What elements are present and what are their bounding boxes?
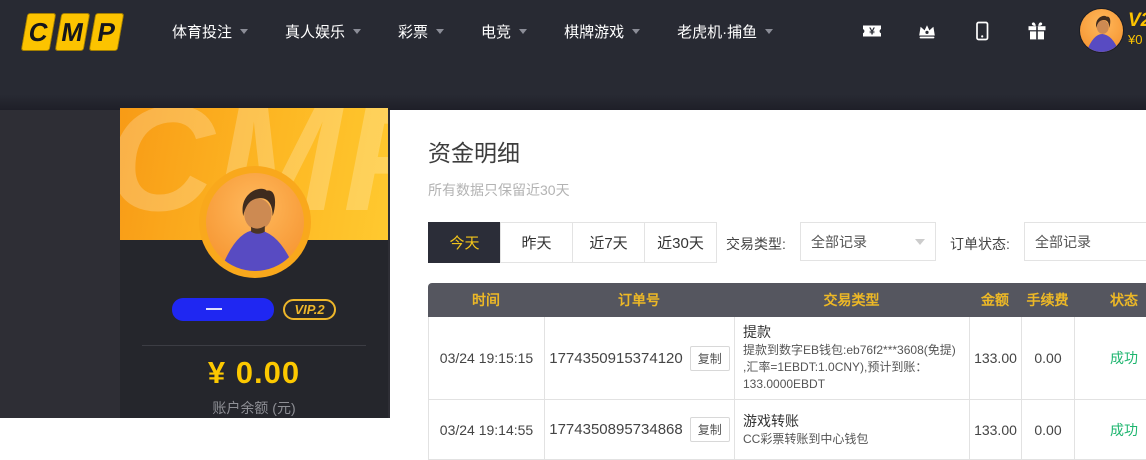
top-navigation-bar: C M P 体育投注 真人娱乐 彩票 电竞 棋牌游戏 老虎机·捕鱼 bbox=[0, 0, 1146, 110]
copy-button[interactable]: 复制 bbox=[690, 346, 730, 371]
transaction-detail: CC彩票转账到中心钱包 bbox=[743, 431, 868, 448]
coupon-icon[interactable]: ¥ bbox=[860, 19, 884, 43]
profile-avatar[interactable] bbox=[206, 173, 304, 271]
chevron-down-icon bbox=[436, 29, 444, 34]
masked-username bbox=[172, 298, 274, 321]
header-balance: ¥0 bbox=[1128, 32, 1146, 48]
copy-button[interactable]: 复制 bbox=[690, 417, 730, 442]
table-row: 03/24 19:15:15 1774350915374120 复制 提款 提款… bbox=[428, 317, 1146, 400]
cmp-logo[interactable]: C M P bbox=[21, 13, 125, 51]
tab-today[interactable]: 今天 bbox=[428, 222, 501, 263]
cell-amount: 133.00 bbox=[969, 400, 1021, 460]
page-subtitle: 所有数据只保留近30天 bbox=[428, 180, 570, 200]
nav-item-esports[interactable]: 电竞 bbox=[481, 21, 527, 42]
nav-item-live-casino[interactable]: 真人娱乐 bbox=[285, 21, 361, 42]
nav-item-slots-fishing[interactable]: 老虎机·捕鱼 bbox=[677, 21, 773, 42]
col-header-fee: 手续费 bbox=[1021, 290, 1074, 310]
col-header-type: 交易类型 bbox=[734, 290, 969, 310]
col-header-status: 状态 bbox=[1074, 290, 1146, 310]
nav-item-board-games[interactable]: 棋牌游戏 bbox=[564, 21, 640, 42]
vip-badge: VIP.2 bbox=[283, 299, 335, 320]
user-info[interactable]: V2 ¥0 bbox=[1128, 11, 1146, 48]
transaction-type: 提款 bbox=[743, 323, 771, 342]
avatar-ring bbox=[199, 166, 311, 278]
chevron-down-icon bbox=[765, 29, 773, 34]
cell-fee: 0.00 bbox=[1021, 317, 1074, 400]
cell-type: 提款 提款到数字EB钱包:eb76f2***3608(免提) ,汇率=1EBDT… bbox=[734, 317, 969, 400]
nav-label: 老虎机·捕鱼 bbox=[677, 21, 757, 42]
logo-letter: M bbox=[55, 13, 91, 51]
transaction-type-value: 全部记录 bbox=[811, 232, 867, 252]
gift-icon[interactable] bbox=[1025, 19, 1049, 43]
username-row: VIP.2 bbox=[120, 298, 388, 321]
vip-level-label: V2 bbox=[1128, 11, 1146, 31]
chevron-down-icon bbox=[240, 29, 248, 34]
table-header-row: 时间 订单号 交易类型 金额 手续费 状态 bbox=[428, 283, 1146, 317]
cell-fee: 0.00 bbox=[1021, 400, 1074, 460]
transaction-type-select[interactable]: 全部记录 bbox=[800, 222, 936, 261]
transaction-detail: 提款到数字EB钱包:eb76f2***3608(免提) ,汇率=1EBDT:1.… bbox=[743, 342, 961, 393]
transactions-table: 时间 订单号 交易类型 金额 手续费 状态 03/24 19:15:15 177… bbox=[428, 283, 1146, 460]
svg-text:¥: ¥ bbox=[869, 26, 875, 38]
account-card: CMP VIP.2 ¥ 0.00 账户余额 (元) bbox=[120, 108, 388, 418]
transaction-type-label: 交易类型: bbox=[726, 234, 786, 254]
cell-time: 03/24 19:15:15 bbox=[428, 317, 544, 400]
order-status-value: 全部记录 bbox=[1035, 232, 1091, 252]
order-status-label: 订单状态: bbox=[950, 234, 1010, 254]
logo-letter: P bbox=[89, 13, 125, 51]
nav-label: 彩票 bbox=[398, 21, 428, 42]
chevron-down-icon bbox=[632, 29, 640, 34]
nav-label: 真人娱乐 bbox=[285, 21, 345, 42]
account-balance-value: ¥ 0.00 bbox=[120, 355, 388, 391]
nav-item-sports[interactable]: 体育投注 bbox=[172, 21, 248, 42]
col-header-time: 时间 bbox=[428, 290, 544, 310]
col-header-order: 订单号 bbox=[544, 290, 734, 310]
transaction-type: 游戏转账 bbox=[743, 412, 799, 431]
date-range-tabs: 今天 昨天 近7天 近30天 bbox=[428, 222, 717, 263]
chevron-down-icon bbox=[353, 29, 361, 34]
nav-label: 体育投注 bbox=[172, 21, 232, 42]
cell-order: 1774350915374120 复制 bbox=[544, 317, 734, 400]
cell-order: 1774350895734868 复制 bbox=[544, 400, 734, 460]
tab-last-30-days[interactable]: 近30天 bbox=[644, 222, 717, 263]
table-row: 03/24 19:14:55 1774350895734868 复制 游戏转账 … bbox=[428, 400, 1146, 460]
nav-label: 棋牌游戏 bbox=[564, 21, 624, 42]
chevron-down-icon bbox=[915, 239, 925, 245]
account-balance-label: 账户余额 (元) bbox=[120, 398, 388, 418]
cell-status: 成功 bbox=[1074, 317, 1146, 400]
cell-status: 成功 bbox=[1074, 400, 1146, 460]
page-title: 资金明细 bbox=[428, 134, 520, 168]
main-nav: 体育投注 真人娱乐 彩票 电竞 棋牌游戏 老虎机·捕鱼 bbox=[172, 0, 773, 62]
crown-icon[interactable] bbox=[915, 19, 939, 43]
header-icon-group: ¥ bbox=[860, 0, 1049, 62]
user-avatar[interactable] bbox=[1080, 9, 1123, 52]
cell-time: 03/24 19:14:55 bbox=[428, 400, 544, 460]
tab-last-7-days[interactable]: 近7天 bbox=[572, 222, 645, 263]
tab-yesterday[interactable]: 昨天 bbox=[500, 222, 573, 263]
mobile-icon[interactable] bbox=[970, 19, 994, 43]
nav-label: 电竞 bbox=[481, 21, 511, 42]
cell-type: 游戏转账 CC彩票转账到中心钱包 bbox=[734, 400, 969, 460]
divider bbox=[142, 345, 366, 346]
logo-letter: C bbox=[21, 13, 57, 51]
order-number: 1774350895734868 bbox=[549, 421, 682, 438]
col-header-amount: 金额 bbox=[969, 290, 1021, 310]
chevron-down-icon bbox=[519, 29, 527, 34]
cell-amount: 133.00 bbox=[969, 317, 1021, 400]
order-status-select[interactable]: 全部记录 bbox=[1024, 222, 1146, 261]
order-number: 1774350915374120 bbox=[549, 350, 682, 367]
nav-item-lottery[interactable]: 彩票 bbox=[398, 21, 444, 42]
